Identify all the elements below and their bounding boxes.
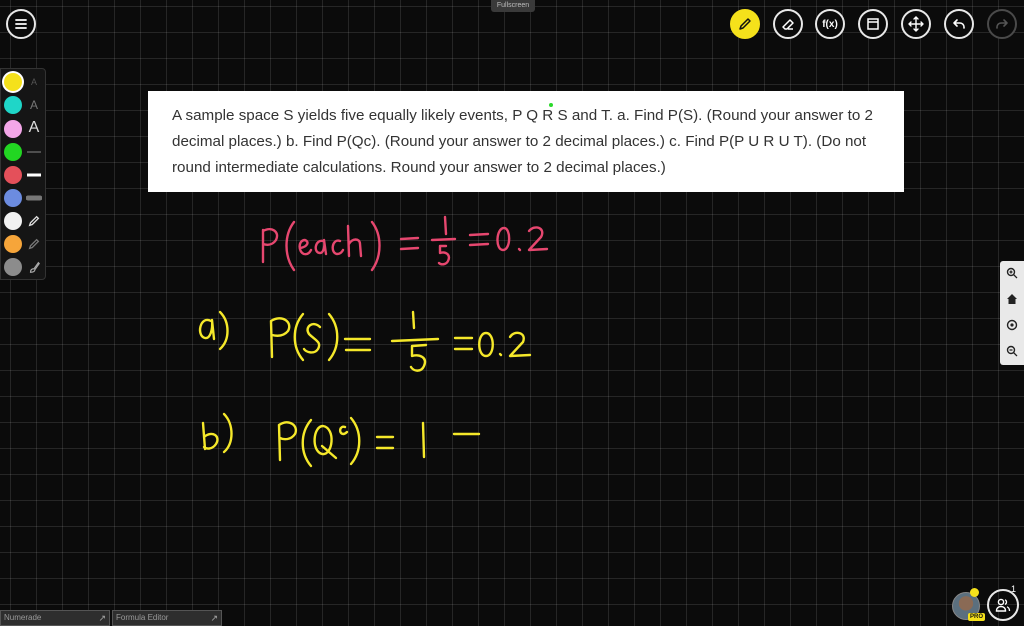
zoom-nav-panel [1000, 261, 1024, 365]
users-icon [995, 598, 1011, 612]
status-dot [970, 588, 979, 597]
home-icon [1007, 294, 1017, 304]
zoom-out-button[interactable] [1003, 342, 1021, 360]
formula-editor-tab-label: Formula Editor [116, 613, 169, 622]
target-icon [1006, 319, 1018, 331]
formula-editor-tab[interactable]: Formula Editor ↗ [112, 610, 222, 626]
zoom-in-icon [1006, 267, 1018, 279]
handwriting-line-2 [198, 310, 532, 372]
participants-count: 1 [1011, 584, 1017, 594]
handwriting-canvas [198, 215, 549, 468]
zoom-in-button[interactable] [1003, 264, 1021, 282]
pro-badge: PRO [968, 613, 986, 621]
numerade-tab-label: Numerade [4, 613, 42, 622]
center-button[interactable] [1003, 316, 1021, 334]
home-button[interactable] [1003, 290, 1021, 308]
numerade-tab[interactable]: Numerade ↗ [0, 610, 110, 626]
expand-arrow-icon: ↗ [98, 613, 106, 623]
zoom-out-icon [1006, 345, 1018, 357]
expand-arrow-icon: ↗ [210, 613, 218, 623]
handwriting-line-3 [201, 412, 481, 468]
handwriting-line-1 [261, 215, 549, 272]
